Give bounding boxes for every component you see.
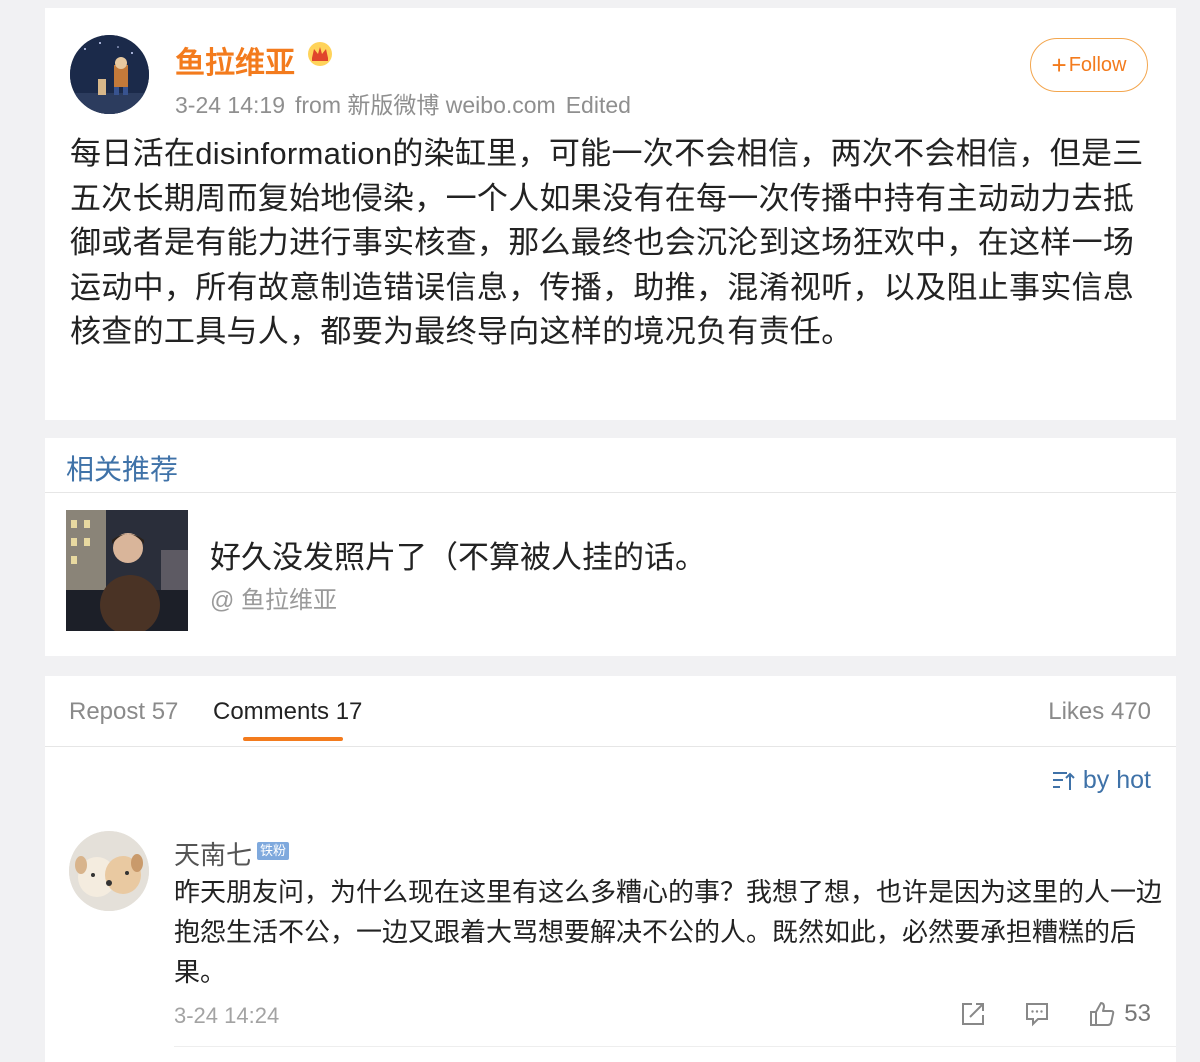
related-item-text[interactable]: 好久没发照片了（不算被人挂的话。	[210, 532, 706, 577]
related-thumbnail[interactable]	[66, 510, 188, 631]
tab-comments[interactable]: Comments 17	[213, 698, 362, 726]
thumbs-up-icon	[1090, 1002, 1115, 1026]
reply-button[interactable]	[1024, 1001, 1050, 1027]
divider	[174, 1046, 1176, 1047]
fan-badge: 铁粉	[257, 842, 290, 860]
divider	[45, 492, 1176, 493]
commenter-name[interactable]: 天南七	[174, 835, 252, 872]
share-button[interactable]	[960, 1001, 986, 1027]
post-card: 鱼拉维亚 3-24 14:19 from 新版微博 weibo.com Edited…	[45, 8, 1176, 420]
comment-time: 3-24 14:24	[174, 1003, 280, 1028]
like-button[interactable]: 53	[1088, 1000, 1151, 1028]
vip-crown-icon	[307, 41, 333, 67]
post-source[interactable]: from 新版微博 weibo.com	[295, 92, 556, 118]
active-tab-indicator	[243, 737, 343, 741]
related-card: 相关推荐 好久没发照片了（不算被人挂的话。 @ 鱼拉维亚	[45, 438, 1176, 656]
like-count: 53	[1124, 1000, 1151, 1027]
sort-label: by hot	[1082, 766, 1151, 794]
tab-repost[interactable]: Repost 57	[69, 698, 178, 726]
divider	[45, 746, 1176, 747]
author-avatar[interactable]	[70, 35, 149, 114]
sort-icon	[1052, 771, 1075, 790]
comments-card: Repost 57 Comments 17 Likes 470 by hot 天…	[45, 676, 1176, 1062]
author-name[interactable]: 鱼拉维亚	[175, 38, 295, 82]
plus-icon: +	[1051, 50, 1067, 80]
follow-label: Follow	[1068, 53, 1127, 76]
commenter-avatar[interactable]	[69, 831, 149, 911]
follow-button[interactable]: + Follow	[1030, 38, 1148, 92]
comment-icon	[1026, 1003, 1049, 1027]
comment-body-text: 昨天朋友问，为什么现在这里有这么多糟心的事？我想了想，也许是因为这里的人一边抱怨…	[174, 877, 1163, 987]
post-meta: 3-24 14:19 from 新版微博 weibo.com Edited	[175, 86, 641, 120]
comment-actions: 53	[922, 1000, 1151, 1028]
edited-label[interactable]: Edited	[566, 92, 631, 118]
tab-likes[interactable]: Likes 470	[1048, 698, 1151, 726]
post-body-text: 每日活在disinformation的染缸里，可能一次不会相信，两次不会相信，但…	[70, 136, 1144, 349]
share-icon	[962, 1003, 985, 1025]
related-item-author[interactable]: @ 鱼拉维亚	[210, 580, 337, 615]
sort-button[interactable]: by hot	[1051, 766, 1151, 795]
related-title: 相关推荐	[66, 454, 179, 485]
post-time: 3-24 14:19	[175, 92, 285, 118]
